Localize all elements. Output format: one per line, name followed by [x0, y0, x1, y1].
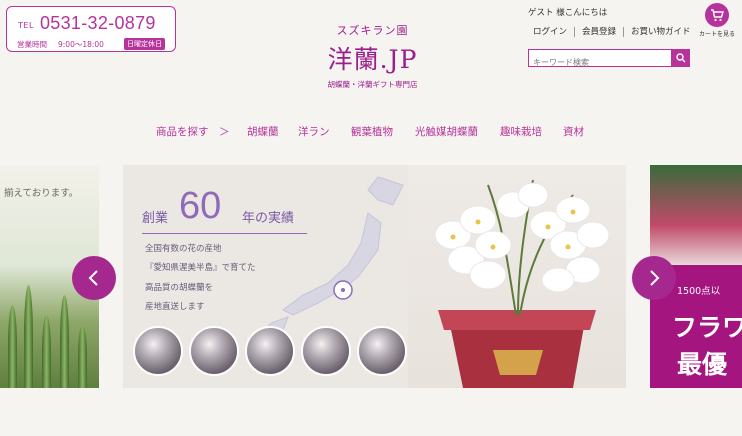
promo-count: 1500点以: [677, 286, 721, 297]
hero-desc-line: 『愛知県渥美半島』で育てた: [145, 263, 256, 273]
greeting: ゲスト 様こんにちは: [528, 8, 608, 18]
promo-headline-2: 最優: [677, 350, 728, 379]
farm-photo: [189, 326, 239, 376]
tel-number[interactable]: 0531-32-0879: [40, 13, 156, 34]
hero-divider: [142, 233, 307, 234]
plant-leaf: [78, 325, 87, 388]
plant-leaf: [24, 285, 33, 388]
hero-title-prefix: 創業: [142, 211, 169, 226]
hero-desc-line: 高品質の胡蝶蘭を: [145, 283, 214, 293]
cart-button[interactable]: カートを見る: [697, 3, 737, 38]
site-logo[interactable]: スズキラン園 洋蘭.JP 胡蝶蘭・洋蘭ギフト専門店: [300, 22, 445, 90]
cart-icon: [705, 3, 729, 27]
search-icon: [675, 53, 685, 63]
promo-headline: フラワ: [672, 313, 742, 342]
nav-item-orchids[interactable]: 洋ラン: [298, 124, 330, 139]
farm-photo: [133, 326, 183, 376]
nav-separator: ＞: [219, 126, 230, 138]
nav-item-hobby[interactable]: 趣味栽培: [500, 124, 542, 139]
hero-desc-line: 全国有数の花の産地: [145, 244, 222, 254]
slide-current[interactable]: 創業 60 年の実績 全国有数の花の産地 『愛知県渥美半島』で育てた 高品質の胡…: [123, 165, 626, 388]
contact-box: TEL 0531-32-0879 営業時間 9:00～18:00 日曜定休日: [6, 6, 176, 52]
slide-background: 創業 60 年の実績 全国有数の花の産地 『愛知県渥美半島』で育てた 高品質の胡…: [123, 165, 423, 388]
nav-item-foliage[interactable]: 観葉植物: [351, 124, 393, 139]
holiday-badge: 日曜定休日: [124, 38, 165, 50]
farm-photo: [301, 326, 351, 376]
page: TEL 0531-32-0879 営業時間 9:00～18:00 日曜定休日 ス…: [0, 0, 742, 436]
nav-item-photocatalyst[interactable]: 光触媒胡蝶蘭: [415, 124, 478, 139]
hero-title-number: 60: [179, 185, 222, 227]
account-links: ログイン 会員登録 お買い物ガイド: [533, 27, 698, 37]
search-input[interactable]: [529, 54, 672, 71]
farm-photo: [357, 326, 407, 376]
photo-circles: [133, 326, 407, 376]
nav-item-phalaenopsis[interactable]: 胡蝶蘭: [247, 124, 279, 139]
hero-title-suffix: 年の実績: [242, 211, 295, 226]
carousel-next-button[interactable]: [632, 256, 676, 300]
orchid-photo: [408, 165, 626, 388]
cart-label: カートを見る: [698, 31, 735, 38]
farm-photo: [245, 326, 295, 376]
register-link[interactable]: 会員登録: [574, 27, 623, 37]
hours-label: 営業時間: [17, 40, 47, 49]
nav-item-supplies[interactable]: 資材: [563, 124, 584, 139]
plant-leaf: [8, 305, 17, 388]
hero-desc-line: 産地直送します: [145, 302, 205, 312]
promo-photo: [650, 165, 742, 265]
search-button[interactable]: [671, 49, 690, 67]
logo-main: 洋蘭.JP: [327, 45, 418, 74]
guide-link[interactable]: お買い物ガイド: [623, 27, 698, 37]
plant-leaf: [60, 295, 69, 388]
logo-sub: スズキラン園: [336, 24, 409, 37]
nav-item-search-products[interactable]: 商品を探す: [156, 124, 209, 139]
tel-label: TEL: [18, 21, 34, 30]
login-link[interactable]: ログイン: [533, 27, 574, 37]
carousel-prev-button[interactable]: [72, 256, 116, 300]
main-nav: 商品を探す ＞ 胡蝶蘭 洋ラン 観葉植物 光触媒胡蝶蘭 趣味栽培 資材: [0, 124, 742, 140]
slide-left-caption: 揃えております。: [4, 188, 79, 199]
plant-leaf: [42, 315, 51, 388]
logo-tagline: 胡蝶蘭・洋蘭ギフト専門店: [327, 80, 418, 89]
chevron-left-icon: [88, 270, 98, 286]
hours-time: 9:00～18:00: [58, 40, 104, 49]
search-box: [528, 49, 690, 71]
chevron-right-icon: [650, 270, 660, 286]
